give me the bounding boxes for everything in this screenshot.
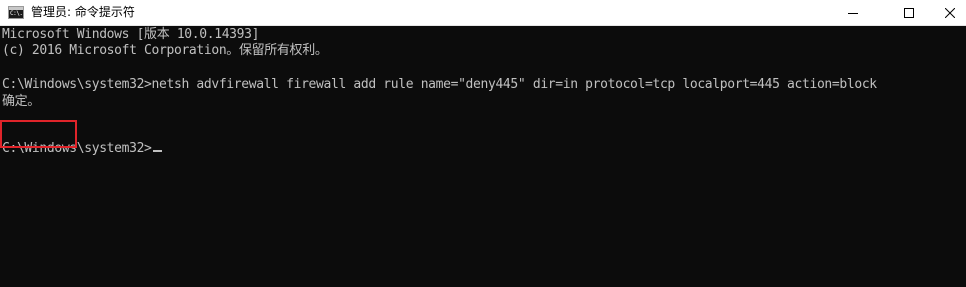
cmd-icon-text: C:\. bbox=[10, 10, 23, 17]
console-line-version: Microsoft Windows [版本 10.0.14393] bbox=[2, 27, 260, 42]
console-output[interactable]: Microsoft Windows [版本 10.0.14393] (c) 20… bbox=[0, 26, 966, 287]
console-line-command: C:\Windows\system32>netsh advfirewall fi… bbox=[2, 77, 877, 92]
title-bar[interactable]: C:\. 管理员: 命令提示符 bbox=[0, 0, 966, 26]
maximize-icon bbox=[904, 7, 914, 18]
console-line-copyright: (c) 2016 Microsoft Corporation。保留所有权利。 bbox=[2, 43, 328, 58]
annotation-highlight-box bbox=[0, 120, 77, 148]
text-cursor bbox=[152, 150, 162, 152]
minimize-button[interactable] bbox=[830, 0, 876, 25]
console-line-result: 确定。 bbox=[2, 94, 40, 109]
maximize-button[interactable] bbox=[886, 0, 932, 25]
minimize-icon bbox=[848, 12, 858, 14]
window-title: 管理员: 命令提示符 bbox=[31, 5, 135, 19]
cmd-icon: C:\. bbox=[8, 6, 24, 19]
close-icon bbox=[945, 7, 955, 18]
close-button[interactable] bbox=[934, 0, 966, 25]
